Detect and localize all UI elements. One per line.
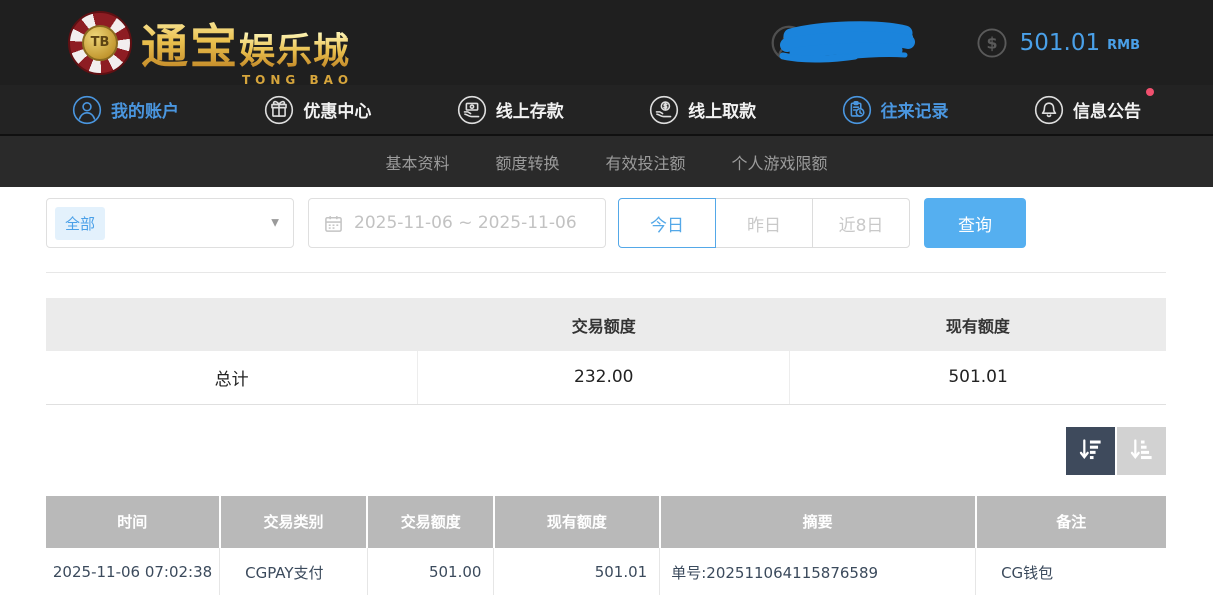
col-header-summary: 摘要 <box>660 496 976 548</box>
subnav-item-credit-transfer[interactable]: 额度转换 <box>495 150 559 174</box>
cell-summary: 单号:202511064115876589 <box>660 548 976 595</box>
sort-ascending-icon <box>1128 436 1155 466</box>
sub-nav: 基本资料 额度转换 有效投注额 个人游戏限额 <box>0 136 1213 187</box>
nav-label: 线上取款 <box>688 97 756 122</box>
filter-row: 全部 ▼ 2025-11-06 ~ 2025-11-06 今日 昨日 近8日 查… <box>46 198 1166 248</box>
account-username[interactable]: 0 <box>771 21 917 65</box>
selected-type-tag: 全部 <box>55 207 105 240</box>
brand-logo[interactable]: TB 通宝 娱乐城 TONG BAO <box>68 8 350 77</box>
summary-table: 交易额度 现有额度 总计 232.00 501.01 <box>46 298 1166 405</box>
summary-col-empty <box>46 298 418 351</box>
cell-balance: 501.01 <box>494 548 660 595</box>
summary-transaction-amount: 232.00 <box>418 351 790 404</box>
cell-time: 2025-11-06 07:02:38 <box>46 548 220 595</box>
sort-bar <box>46 427 1166 475</box>
calendar-icon <box>324 214 343 233</box>
search-button[interactable]: 查询 <box>924 198 1026 248</box>
type-select[interactable]: 全部 ▼ <box>46 198 294 248</box>
nav-item-deposit[interactable]: 线上存款 <box>457 95 564 125</box>
user-icon <box>72 95 102 125</box>
summary-current-balance: 501.01 <box>790 351 1166 404</box>
brand-name-en: TONG BAO <box>242 73 353 87</box>
subnav-item-game-limits[interactable]: 个人游戏限额 <box>732 150 828 174</box>
subnav-item-basic-info[interactable]: 基本资料 <box>385 150 449 174</box>
nav-label: 优惠中心 <box>303 97 371 122</box>
brand-name-primary: 通宝 <box>141 8 239 77</box>
nav-item-withdraw[interactable]: 线上取款 <box>649 95 756 125</box>
cell-remark: CG钱包 <box>976 548 1166 595</box>
chip-label: TB <box>82 25 118 61</box>
transactions-header-row: 时间 交易类别 交易额度 现有额度 摘要 备注 <box>46 496 1166 548</box>
bell-icon <box>1034 95 1064 125</box>
nav-label: 我的账户 <box>111 97 179 122</box>
nav-item-records[interactable]: 往来记录 <box>842 95 949 125</box>
nav-item-promotions[interactable]: 优惠中心 <box>264 95 371 125</box>
dollar-circle-icon: $ <box>977 28 1007 58</box>
sort-descending-button[interactable] <box>1066 427 1115 475</box>
quick-last8days-button[interactable]: 近8日 <box>812 198 910 248</box>
quick-date-group: 今日 昨日 近8日 <box>618 198 910 248</box>
summary-col-current-balance: 现有额度 <box>790 298 1166 351</box>
cell-amount: 501.00 <box>367 548 494 595</box>
transactions-table: 时间 交易类别 交易额度 现有额度 摘要 备注 2025-11-06 07:02… <box>46 496 1166 595</box>
date-range-input[interactable]: 2025-11-06 ~ 2025-11-06 <box>308 198 606 248</box>
brand-name-secondary: 娱乐城 <box>239 31 350 72</box>
balance-currency: RMB <box>1107 32 1140 53</box>
cell-type: CGPAY支付 <box>220 548 368 595</box>
summary-header-row: 交易额度 现有额度 <box>46 298 1166 351</box>
summary-total-row: 总计 232.00 501.01 <box>46 351 1166 404</box>
topbar: TB 通宝 娱乐城 TONG BAO 0 <box>0 0 1213 85</box>
deposit-icon <box>457 95 487 125</box>
subnav-item-valid-bets[interactable]: 有效投注额 <box>606 150 686 174</box>
quick-yesterday-button[interactable]: 昨日 <box>715 198 813 248</box>
poker-chip-icon: TB <box>68 11 132 75</box>
col-header-time: 时间 <box>46 496 220 548</box>
main-nav: 我的账户 优惠中心 线上存款 线上取款 往来记录 信息公告 <box>0 85 1213 136</box>
account-balance[interactable]: $ 501.01 RMB <box>977 28 1140 58</box>
redaction-scribble <box>779 21 915 65</box>
nav-label: 线上存款 <box>496 97 564 122</box>
date-range-value: 2025-11-06 ~ 2025-11-06 <box>354 213 577 233</box>
col-header-type: 交易类别 <box>220 496 368 548</box>
sort-ascending-button[interactable] <box>1117 427 1166 475</box>
gift-icon <box>264 95 294 125</box>
col-header-remark: 备注 <box>976 496 1166 548</box>
col-header-amount: 交易额度 <box>367 496 494 548</box>
section-divider <box>46 272 1166 273</box>
balance-amount: 501.01 <box>1020 30 1100 56</box>
summary-col-transaction-amount: 交易额度 <box>418 298 790 351</box>
records-icon <box>842 95 872 125</box>
content: 全部 ▼ 2025-11-06 ~ 2025-11-06 今日 昨日 近8日 查… <box>0 198 1213 595</box>
col-header-balance: 现有额度 <box>494 496 660 548</box>
summary-total-label: 总计 <box>46 351 418 404</box>
brand-name: 通宝 娱乐城 TONG BAO <box>141 8 350 77</box>
quick-today-button[interactable]: 今日 <box>618 198 716 248</box>
nav-item-my-account[interactable]: 我的账户 <box>72 95 179 125</box>
nav-label: 往来记录 <box>881 97 949 122</box>
withdraw-icon <box>649 95 679 125</box>
notification-dot <box>1146 88 1154 96</box>
transaction-row: 2025-11-06 07:02:38 CGPAY支付 501.00 501.0… <box>46 548 1166 595</box>
svg-text:$: $ <box>986 33 997 52</box>
chevron-down-icon: ▼ <box>271 218 279 229</box>
sort-descending-icon <box>1077 436 1104 466</box>
nav-item-announcements[interactable]: 信息公告 <box>1034 95 1141 125</box>
nav-label: 信息公告 <box>1073 97 1141 122</box>
